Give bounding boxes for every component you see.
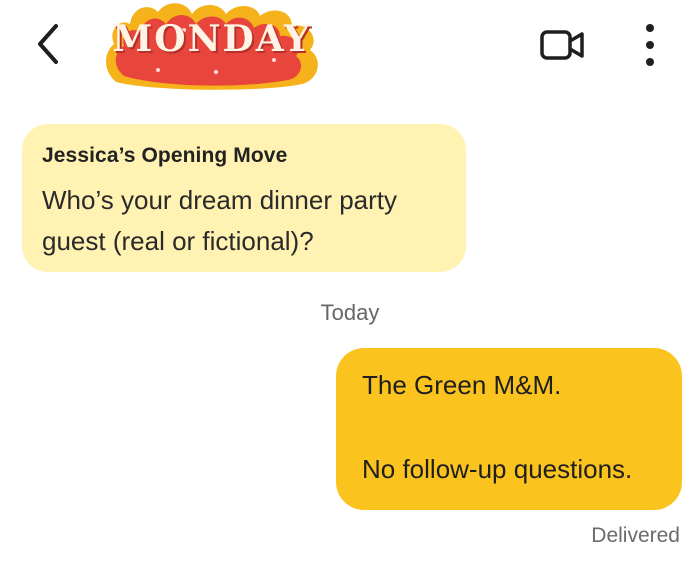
opening-move-text: Who’s your dream dinner party guest (rea… — [42, 180, 446, 262]
day-separator: Today — [320, 300, 380, 325]
chat-screen: MONDAY Jessica’s Opening Move Who’s your… — [0, 0, 700, 561]
more-vertical-icon — [646, 24, 654, 66]
monday-sticker: MONDAY — [96, 0, 328, 92]
opening-move-title: Jessica’s Opening Move — [42, 144, 288, 167]
outgoing-message-line: No follow-up questions. — [362, 454, 633, 484]
chevron-left-icon — [38, 24, 58, 64]
sticker-label: MONDAY — [112, 18, 312, 60]
incoming-message-bubble[interactable]: Jessica’s Opening Move Who’s your dream … — [22, 124, 466, 272]
opening-move-line: guest (real or fictional)? — [42, 226, 314, 256]
back-button[interactable] — [28, 20, 72, 68]
chat-header: MONDAY — [0, 0, 700, 100]
outgoing-message-bubble[interactable]: The Green M&M. No follow-up questions. — [336, 348, 682, 510]
outgoing-message-line: The Green M&M. — [362, 370, 562, 400]
delivery-status: Delivered — [591, 524, 680, 547]
video-call-button[interactable] — [536, 24, 588, 66]
more-options-button[interactable] — [632, 20, 668, 70]
video-camera-icon — [540, 30, 584, 60]
opening-move-line: Who’s your dream dinner party — [42, 185, 398, 215]
